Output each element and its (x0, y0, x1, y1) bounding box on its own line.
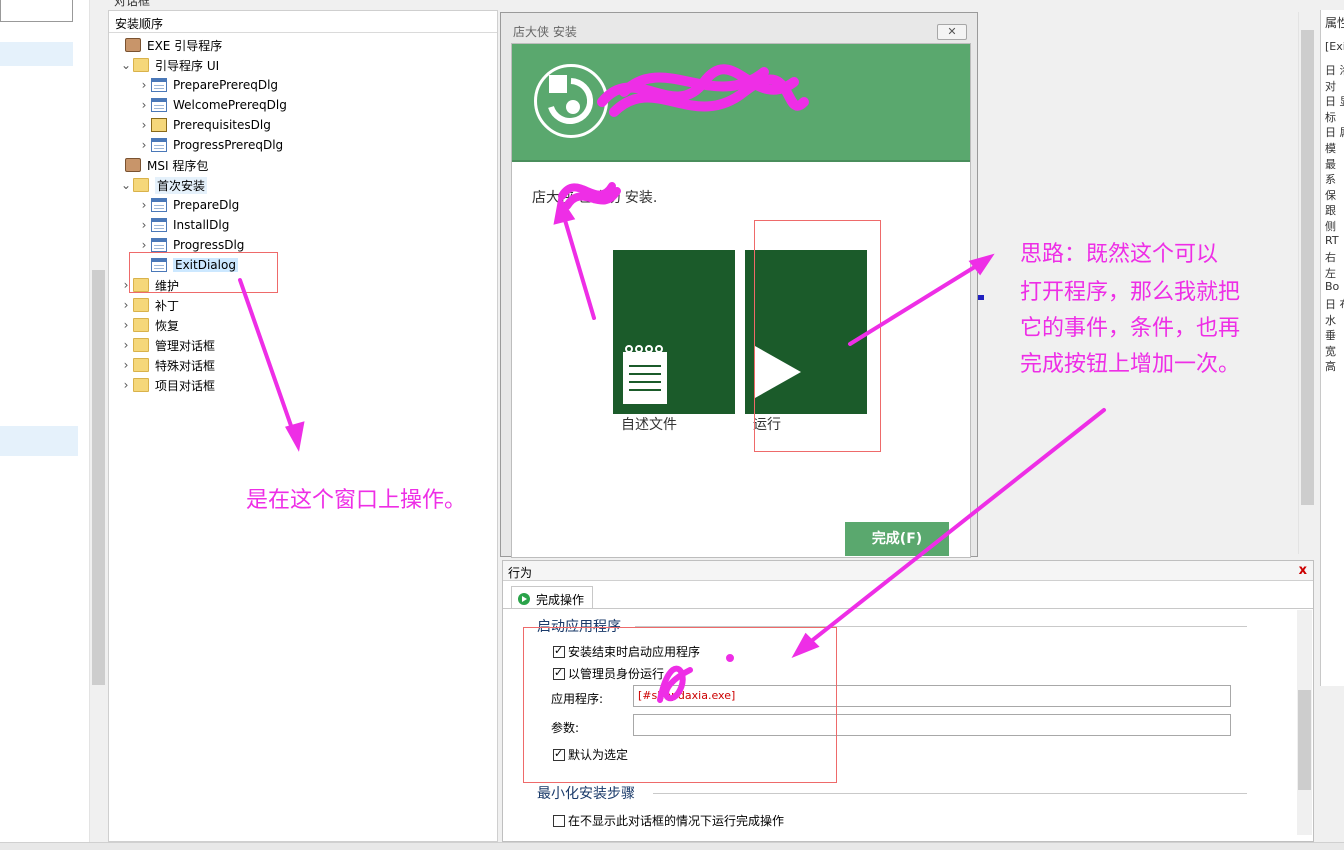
arrow-to-launch-box (798, 408, 1106, 652)
arrow-to-window-note (238, 278, 298, 442)
arrow-head (553, 194, 576, 225)
status-bar (0, 842, 1344, 850)
arrow-to-message (560, 208, 596, 320)
arrow-head (968, 253, 995, 276)
idea-note-line-4: 完成按钮上增加一次。 (1020, 352, 1241, 377)
idea-note-line-1: 思路：既然这个可以 (1020, 242, 1219, 267)
idea-note-line-3: 它的事件，条件，也再 (1020, 316, 1241, 341)
annotation-overlay (238, 194, 1106, 703)
window-note-annotation: 是在这个窗口上操作。 (246, 488, 467, 513)
redaction-scribble-3 (657, 665, 693, 703)
idea-note-line-2: 打开程序，那么我就把 (1020, 280, 1241, 305)
arrow-to-idea (848, 258, 988, 346)
annotation-dot (726, 654, 734, 662)
arrow-head (285, 421, 305, 452)
